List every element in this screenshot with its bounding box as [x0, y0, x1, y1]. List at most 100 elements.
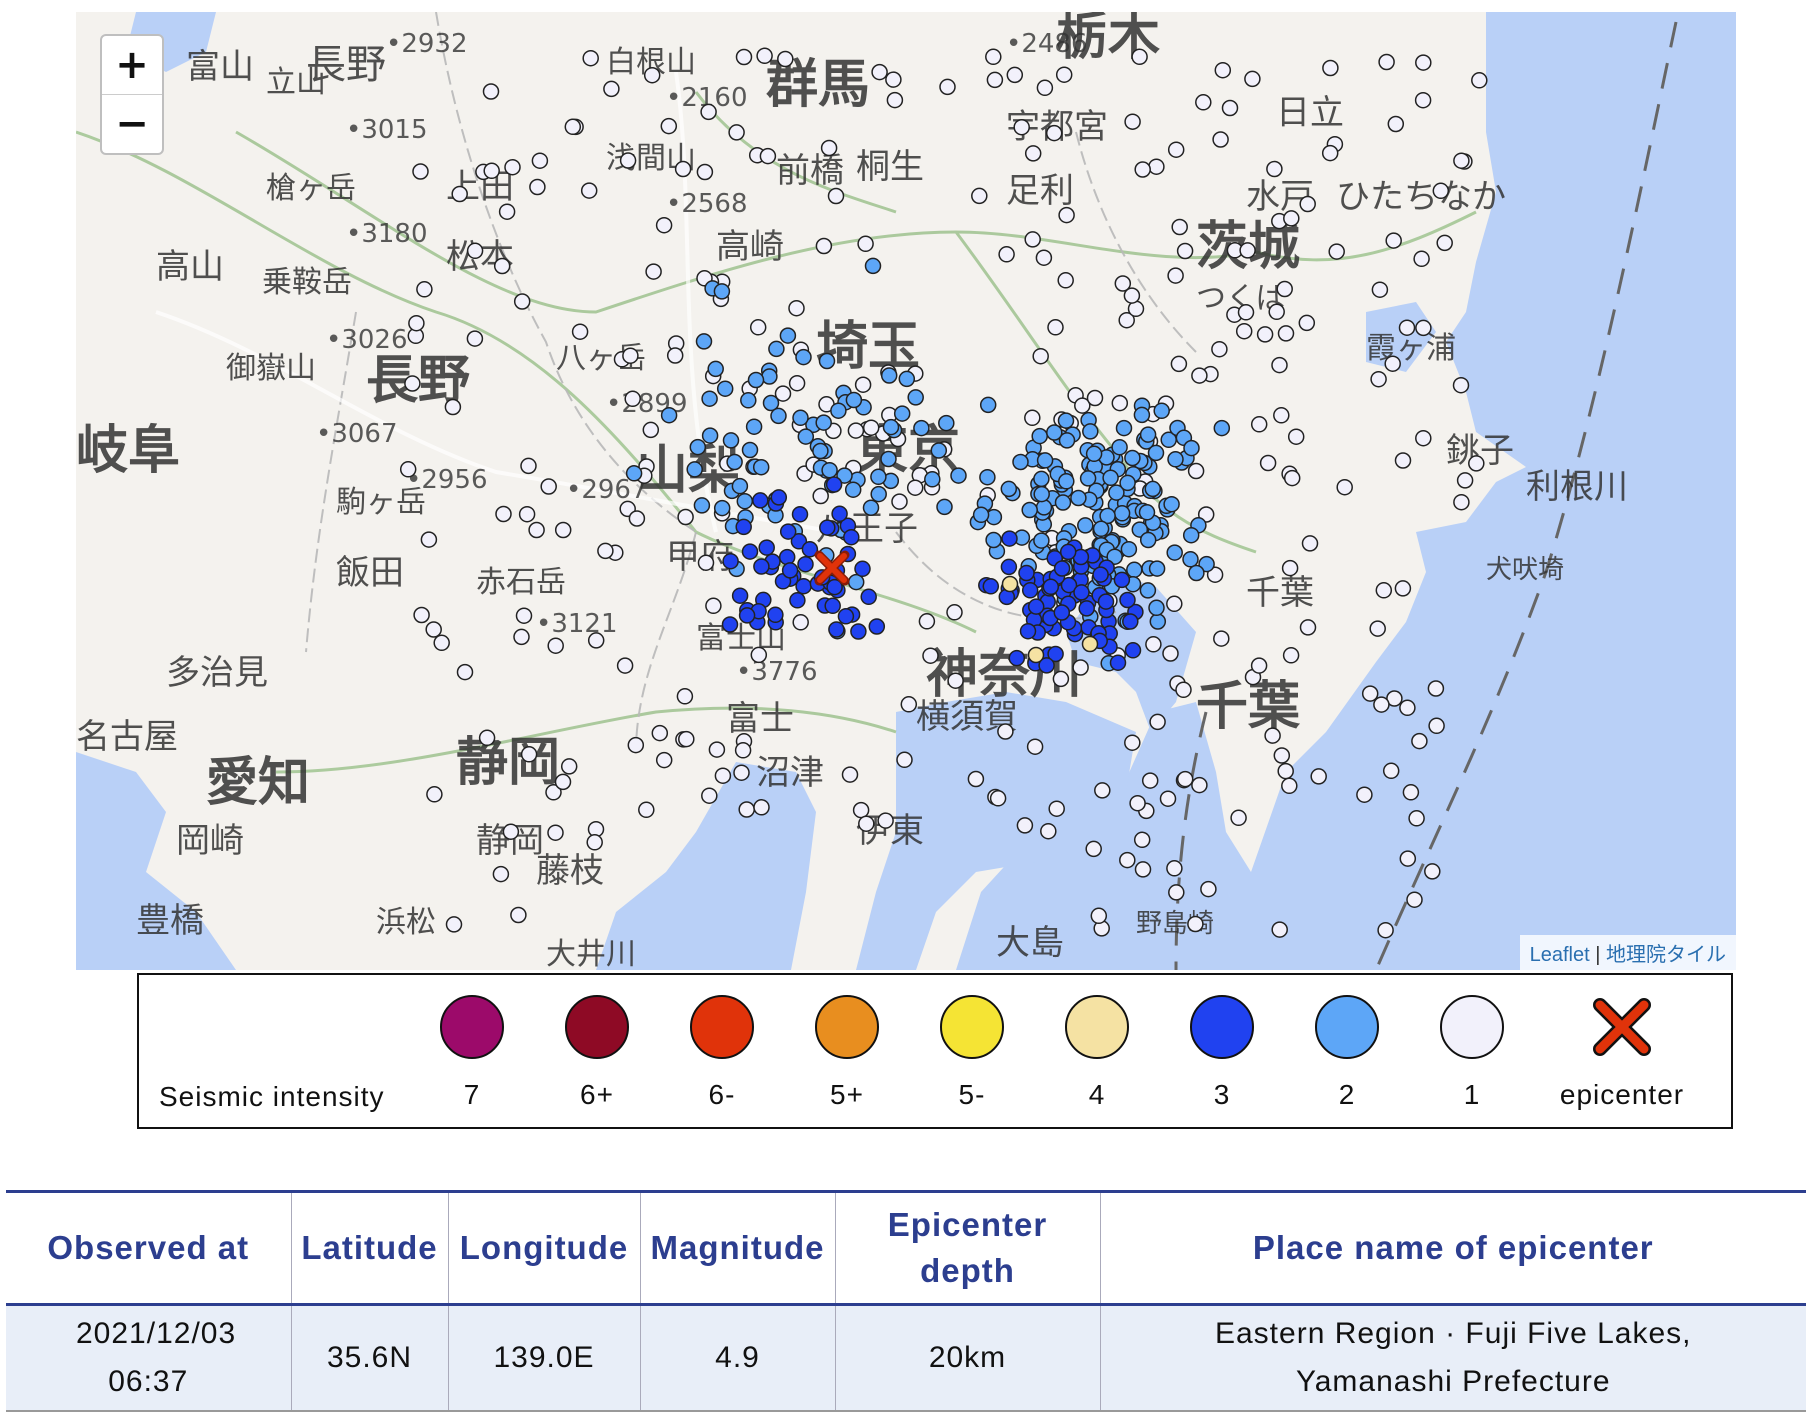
station-marker[interactable] — [767, 606, 784, 624]
station-marker[interactable] — [513, 628, 530, 646]
station-marker[interactable] — [1027, 598, 1045, 615]
station-marker[interactable] — [547, 637, 564, 654]
station-marker[interactable] — [660, 406, 678, 424]
station-marker[interactable] — [1264, 727, 1281, 744]
station-marker[interactable] — [1277, 325, 1295, 342]
station-marker[interactable] — [735, 48, 753, 66]
station-marker[interactable] — [870, 468, 887, 486]
station-marker[interactable] — [1273, 407, 1290, 424]
station-marker[interactable] — [1124, 642, 1142, 659]
station-marker[interactable] — [1375, 582, 1393, 599]
station-marker[interactable] — [1149, 713, 1166, 731]
station-marker[interactable] — [1171, 218, 1188, 236]
station-marker[interactable] — [745, 418, 763, 435]
station-marker[interactable] — [880, 367, 898, 384]
station-marker[interactable] — [812, 442, 829, 460]
station-marker[interactable] — [1120, 540, 1138, 558]
station-marker[interactable] — [1370, 370, 1387, 388]
station-marker[interactable] — [622, 347, 639, 364]
station-marker[interactable] — [1237, 304, 1255, 321]
station-marker[interactable] — [1024, 231, 1041, 248]
station-marker[interactable] — [426, 786, 443, 803]
station-marker[interactable] — [1139, 582, 1157, 599]
station-marker[interactable] — [674, 160, 692, 178]
station-marker[interactable] — [1000, 558, 1018, 576]
station-marker[interactable] — [947, 672, 964, 689]
station-marker[interactable] — [1166, 860, 1183, 877]
zoom-out-button[interactable]: − — [102, 94, 162, 153]
station-marker[interactable] — [1048, 800, 1065, 817]
station-marker[interactable] — [1413, 250, 1430, 268]
station-marker[interactable] — [997, 723, 1014, 740]
station-marker[interactable] — [433, 634, 450, 652]
station-marker[interactable] — [689, 438, 707, 456]
station-marker[interactable] — [425, 621, 442, 638]
station-marker[interactable] — [1045, 124, 1063, 142]
station-marker[interactable] — [1168, 884, 1185, 901]
station-marker[interactable] — [1070, 489, 1087, 507]
station-marker[interactable] — [1086, 389, 1104, 407]
station-marker[interactable] — [1212, 131, 1229, 148]
station-marker[interactable] — [695, 333, 713, 350]
station-marker[interactable] — [886, 91, 904, 109]
station-marker[interactable] — [1016, 817, 1034, 834]
station-marker[interactable] — [1176, 242, 1194, 260]
station-marker[interactable] — [1148, 158, 1165, 175]
station-marker[interactable] — [1384, 355, 1401, 372]
station-marker[interactable] — [1167, 141, 1185, 158]
station-marker[interactable] — [750, 646, 768, 664]
station-marker[interactable] — [837, 608, 855, 625]
station-marker[interactable] — [1145, 636, 1162, 653]
station-marker[interactable] — [779, 523, 797, 540]
station-marker[interactable] — [708, 741, 726, 758]
station-marker[interactable] — [761, 368, 778, 385]
station-marker[interactable] — [1321, 144, 1339, 162]
station-marker[interactable] — [677, 508, 694, 526]
station-marker[interactable] — [1092, 520, 1110, 538]
station-marker[interactable] — [1415, 54, 1432, 71]
station-marker[interactable] — [1072, 659, 1089, 676]
station-marker[interactable] — [1024, 409, 1041, 427]
station-marker[interactable] — [857, 235, 874, 253]
station-marker[interactable] — [1058, 473, 1075, 490]
station-marker[interactable] — [1406, 891, 1423, 908]
station-marker[interactable] — [792, 614, 809, 631]
station-marker[interactable] — [624, 390, 641, 408]
station-marker[interactable] — [827, 187, 845, 205]
station-marker[interactable] — [721, 616, 739, 633]
station-marker[interactable] — [554, 521, 572, 539]
station-marker[interactable] — [1133, 406, 1151, 424]
station-marker[interactable] — [1399, 699, 1416, 717]
station-marker[interactable] — [1021, 501, 1038, 519]
station-marker[interactable] — [1408, 810, 1425, 827]
station-marker[interactable] — [1162, 645, 1179, 662]
station-marker[interactable] — [1214, 61, 1232, 79]
station-marker[interactable] — [627, 736, 645, 754]
station-marker[interactable] — [918, 613, 936, 630]
station-marker[interactable] — [1415, 429, 1432, 447]
station-marker[interactable] — [655, 216, 673, 234]
station-marker[interactable] — [1141, 772, 1159, 789]
station-marker[interactable] — [1027, 646, 1045, 664]
station-marker[interactable] — [1299, 195, 1316, 213]
station-marker[interactable] — [1046, 424, 1063, 441]
station-marker[interactable] — [756, 47, 773, 65]
station-marker[interactable] — [1373, 696, 1390, 713]
station-marker[interactable] — [1453, 493, 1470, 511]
station-marker[interactable] — [1133, 831, 1151, 849]
station-marker[interactable] — [753, 558, 770, 575]
station-marker[interactable] — [1149, 613, 1167, 630]
station-marker[interactable] — [1057, 272, 1074, 289]
station-marker[interactable] — [502, 823, 520, 840]
station-marker[interactable] — [408, 314, 425, 332]
station-marker[interactable] — [492, 865, 510, 883]
station-marker[interactable] — [1126, 561, 1143, 579]
station-marker[interactable] — [1079, 470, 1097, 487]
station-marker[interactable] — [1138, 504, 1156, 521]
station-marker[interactable] — [815, 414, 832, 431]
station-marker[interactable] — [982, 578, 1000, 595]
station-marker[interactable] — [1299, 619, 1317, 636]
station-marker[interactable] — [1102, 469, 1119, 487]
station-marker[interactable] — [1119, 591, 1136, 609]
station-marker[interactable] — [1411, 732, 1428, 750]
